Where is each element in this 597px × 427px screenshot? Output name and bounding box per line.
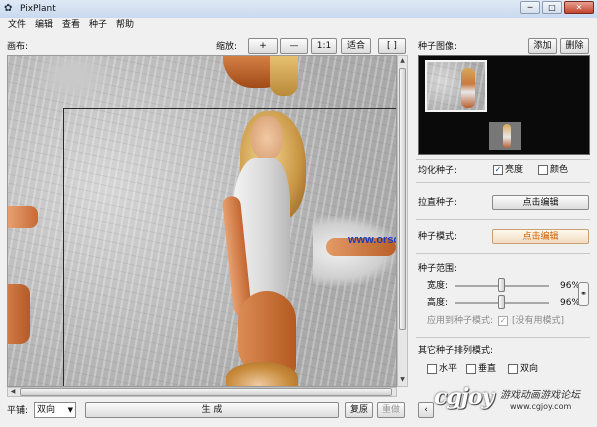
brightness-label: 亮度 <box>505 165 524 175</box>
divider <box>416 253 590 254</box>
menu-file[interactable]: 文件 <box>8 19 26 31</box>
canvas-label: 画布: <box>7 42 29 52</box>
tile-label: 平铺: <box>7 406 29 416</box>
seed-image-label: 种子图像: <box>418 42 458 52</box>
minimize-button[interactable]: ─ <box>520 1 540 14</box>
restore-button[interactable]: 复原 <box>345 402 373 418</box>
vertical-scroll-thumb[interactable] <box>399 68 406 330</box>
menu-seed[interactable]: 种子 <box>89 19 107 31</box>
thumb-figure-image <box>461 68 475 108</box>
zoom-fit-button[interactable]: 适合 <box>341 38 371 54</box>
apply-to-seed-mode-label: 应用到种子模式: <box>427 316 494 326</box>
app-icon: ✿ <box>4 3 13 14</box>
menu-bar: 文件 编辑 查看 种子 帮助 <box>0 18 597 32</box>
generate-button[interactable]: 生 成 <box>85 402 339 418</box>
redo-button[interactable]: 重做 <box>377 402 405 418</box>
tile-hair-top-image <box>270 56 298 96</box>
scroll-down-arrow-icon[interactable]: ▼ <box>399 376 406 384</box>
canvas-vertical-scrollbar[interactable]: ▲ ▼ <box>397 55 408 387</box>
straighten-label: 拉直种子: <box>418 198 458 208</box>
vertical-checkbox[interactable] <box>466 364 476 374</box>
height-value: 96% <box>560 298 581 308</box>
zoom-out-button[interactable]: — <box>280 38 308 54</box>
both-label: 双向 <box>520 364 539 374</box>
vertical-label: 垂直 <box>478 364 497 374</box>
width-value: 96% <box>560 281 581 291</box>
tile-mode-value: 双向 <box>37 405 56 415</box>
both-checkbox[interactable] <box>508 364 518 374</box>
thumb-figure-small-image <box>503 124 511 148</box>
figure-face-image <box>251 116 283 160</box>
window-title: PixPlant <box>20 4 56 14</box>
width-label: 宽度: <box>427 281 449 291</box>
menu-help[interactable]: 帮助 <box>116 19 134 31</box>
zoom-in-button[interactable]: + <box>248 38 278 54</box>
seed-thumbnail-panel <box>418 55 590 155</box>
apply-note: [没有用模式] <box>512 316 565 326</box>
zoom-label: 缩放: <box>216 42 238 52</box>
horizontal-checkbox[interactable] <box>427 364 437 374</box>
tile-arm-left-image <box>8 206 38 228</box>
add-seed-button[interactable]: 添加 <box>528 38 557 54</box>
straighten-edit-button[interactable]: 点击编辑 <box>492 195 589 210</box>
chevron-down-icon: ▼ <box>67 406 73 414</box>
color-label: 颜色 <box>550 165 569 175</box>
scroll-up-arrow-icon[interactable]: ▲ <box>399 57 406 65</box>
seed-mode-edit-button[interactable]: 点击编辑 <box>492 229 589 244</box>
scroll-left-arrow-icon[interactable]: ◀ <box>9 388 17 396</box>
divider <box>416 182 590 183</box>
width-slider-thumb[interactable] <box>498 278 505 292</box>
tile-head-bottom-image <box>226 362 298 386</box>
site-watermark: www.orsoon.com <box>348 234 396 246</box>
horizontal-label: 水平 <box>439 364 458 374</box>
menu-view[interactable]: 查看 <box>62 19 80 31</box>
tile-mode-select[interactable]: 双向 ▼ <box>34 402 76 418</box>
seed-range-label: 种子范围: <box>418 264 458 274</box>
title-bar: ✿ PixPlant ─ □ ✕ <box>0 0 597 18</box>
menu-edit[interactable]: 编辑 <box>35 19 53 31</box>
faded-face-image <box>33 56 113 106</box>
height-slider-thumb[interactable] <box>498 295 505 309</box>
collapse-panel-button[interactable]: ‹ <box>418 402 434 418</box>
apply-to-seed-mode-checkbox[interactable]: ✓ <box>498 316 508 326</box>
equalize-label: 均化种子: <box>418 166 458 176</box>
link-aspect-icon[interactable]: ⚭ <box>578 282 589 306</box>
divider <box>416 219 590 220</box>
canvas-horizontal-scrollbar[interactable]: ◀ <box>7 387 397 397</box>
cgjoy-logo: cgjoy 游戏动画游戏论坛 www.cgjoy.com <box>434 380 594 424</box>
brand-url: www.cgjoy.com <box>510 402 572 411</box>
brand-tagline: 游戏动画游戏论坛 <box>500 390 580 401</box>
tile-leg-left-image <box>8 284 30 344</box>
brightness-checkbox[interactable]: ✓ <box>493 165 503 175</box>
horizontal-scroll-thumb[interactable] <box>20 388 392 396</box>
height-label: 高度: <box>427 298 449 308</box>
canvas[interactable]: www.orsoon.com <box>7 55 397 387</box>
other-patterns-label: 其它种子排列模式: <box>418 346 494 356</box>
close-button[interactable]: ✕ <box>564 1 594 14</box>
zoom-frame-button[interactable]: [ ] <box>378 38 406 54</box>
seed-thumbnail-secondary-image[interactable] <box>489 122 521 150</box>
divider <box>416 337 590 338</box>
delete-seed-button[interactable]: 删除 <box>560 38 589 54</box>
divider <box>416 159 590 160</box>
brand-logo-text: cgjoy <box>434 384 494 410</box>
zoom-1to1-button[interactable]: 1:1 <box>311 38 337 54</box>
maximize-button[interactable]: □ <box>542 1 562 14</box>
seed-thumbnail-primary-image[interactable] <box>425 60 487 112</box>
color-checkbox[interactable] <box>538 165 548 175</box>
seed-mode-label: 种子模式: <box>418 232 458 242</box>
